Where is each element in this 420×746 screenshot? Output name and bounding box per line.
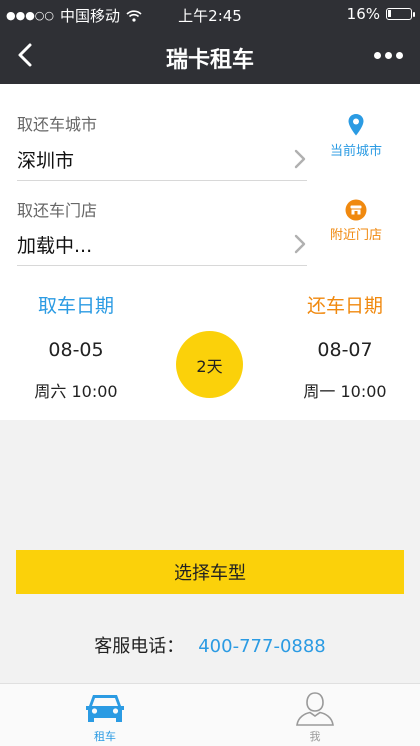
- return-weekday-time: 周一 10:00: [303, 382, 387, 401]
- tab-me[interactable]: 我: [210, 684, 420, 746]
- service-phone-label: 客服电话：: [94, 636, 185, 657]
- pickup-date: 08-05: [48, 339, 104, 361]
- status-right: 16%: [346, 5, 415, 23]
- battery-icon: [386, 8, 415, 20]
- more-options-icon[interactable]: [368, 40, 408, 70]
- pickup-date-header: 取车日期: [37, 295, 114, 317]
- tab-me-label: 我: [309, 730, 321, 743]
- city-chevron-icon[interactable]: [290, 148, 310, 170]
- current-city-label: 当前城市: [329, 144, 382, 159]
- city-field-label: 取还车城市: [17, 115, 98, 134]
- car-icon: [86, 695, 124, 722]
- return-date: 08-07: [317, 339, 373, 361]
- person-icon: [296, 692, 334, 726]
- pickup-date-selector[interactable]: 取车日期 08-05 周六 10:00: [6, 291, 146, 402]
- divider: [17, 265, 307, 266]
- nearby-store-label: 附近门店: [329, 228, 382, 243]
- battery-level: [388, 10, 391, 17]
- service-phone-link[interactable]: 400-777-0888: [198, 636, 326, 657]
- store-field-label: 取还车门店: [17, 201, 98, 220]
- current-city-button[interactable]: 当前城市: [318, 113, 394, 159]
- nearby-store-button[interactable]: 附近门店: [318, 199, 394, 243]
- tab-rent-car[interactable]: 租车: [0, 684, 210, 746]
- location-pin-icon: [348, 114, 364, 136]
- status-bar: ●●●○○ 中国移动 上午2:45 16%: [0, 0, 420, 28]
- select-car-button[interactable]: 选择车型: [16, 550, 404, 594]
- store-icon: [345, 199, 367, 221]
- battery-percent: 16%: [346, 5, 380, 23]
- page-title: 瑞卡租车: [165, 48, 254, 73]
- tab-rent-car-label: 租车: [94, 730, 116, 743]
- tab-bar: 租车 我: [0, 683, 420, 746]
- nav-bar: 瑞卡租车: [0, 28, 420, 84]
- return-date-selector[interactable]: 还车日期 08-07 周一 10:00: [275, 291, 415, 402]
- store-field-value[interactable]: 加载中...: [17, 231, 92, 258]
- rental-duration-badge: 2天: [176, 331, 243, 398]
- store-chevron-icon[interactable]: [290, 233, 310, 255]
- customer-service: 客服电话： 400-777-0888: [0, 632, 420, 658]
- return-date-header: 还车日期: [306, 295, 383, 317]
- pickup-weekday-time: 周六 10:00: [34, 382, 118, 401]
- divider: [17, 180, 307, 181]
- city-field-value[interactable]: 深圳市: [17, 146, 74, 173]
